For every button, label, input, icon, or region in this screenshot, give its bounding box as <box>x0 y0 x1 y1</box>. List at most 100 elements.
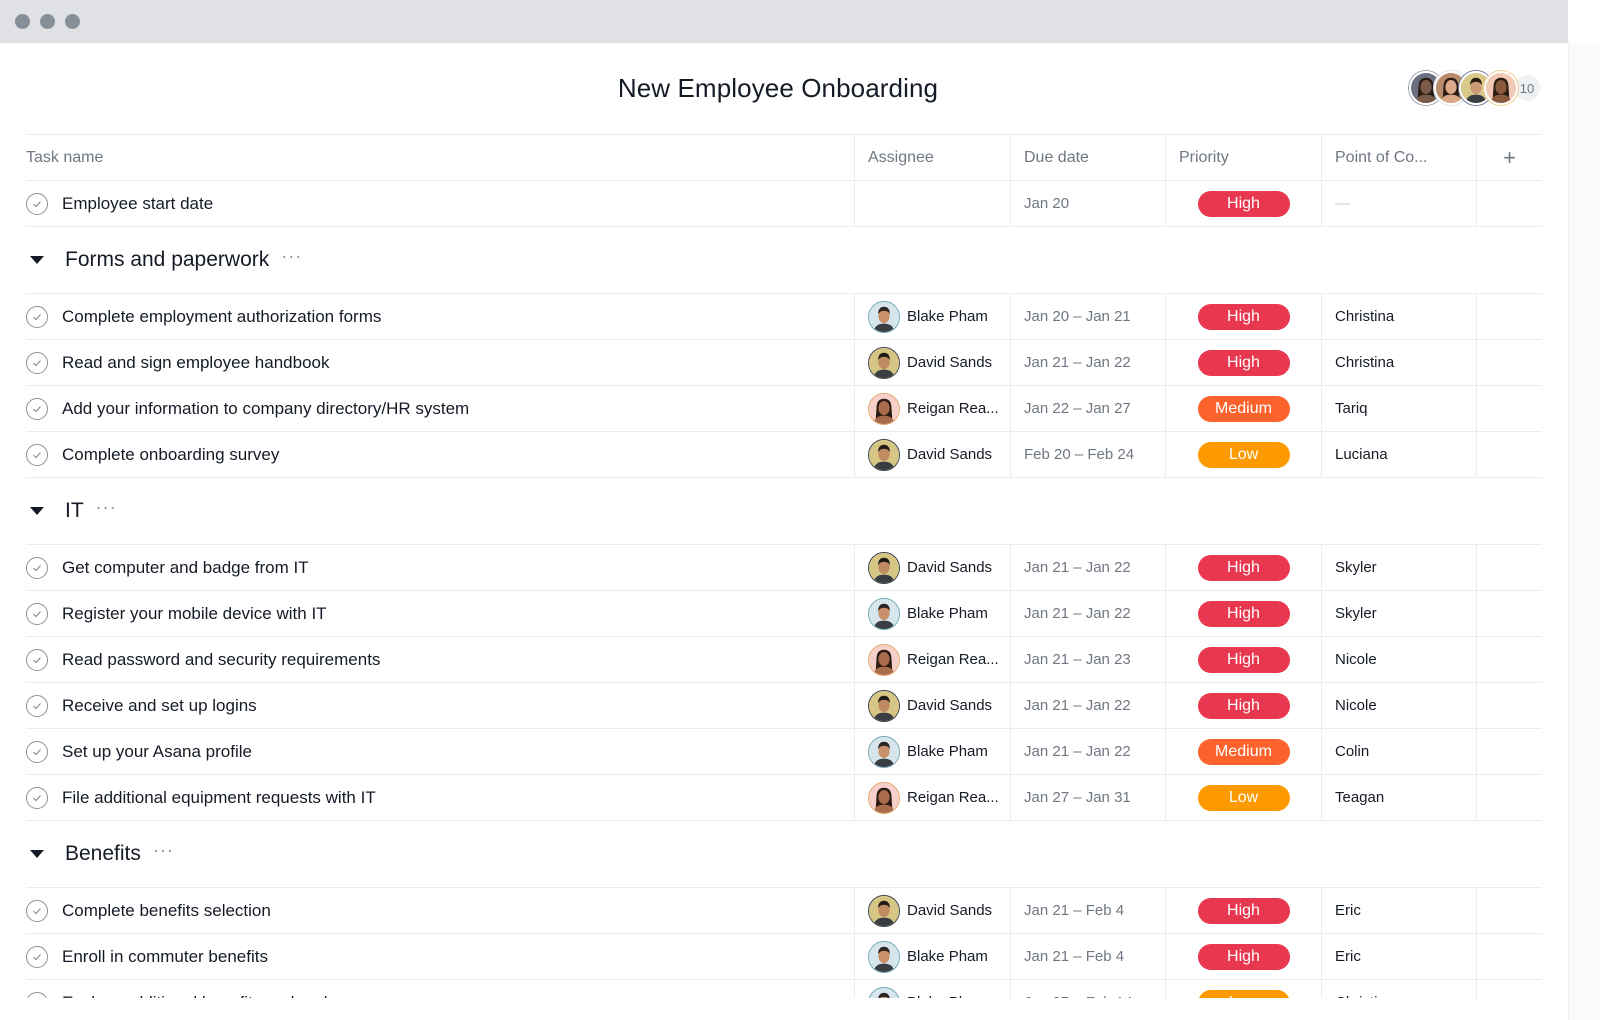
point-of-contact-cell[interactable]: Nicole <box>1322 683 1477 728</box>
task-name-cell[interactable]: Complete employment authorization forms <box>26 294 855 339</box>
task-name[interactable]: Add your information to company director… <box>62 399 469 419</box>
assignee-cell[interactable]: Blake Pham <box>855 591 1011 636</box>
task-row[interactable]: Register your mobile device with IT Blake… <box>26 591 1542 637</box>
due-date-cell[interactable]: Jan 22 – Jan 27 <box>1011 386 1166 431</box>
point-of-contact-cell[interactable]: Tariq <box>1322 386 1477 431</box>
point-of-contact-cell[interactable]: Eric <box>1322 934 1477 979</box>
section-name[interactable]: Benefits <box>65 842 141 866</box>
project-members[interactable]: 10 <box>1409 71 1542 105</box>
priority-cell[interactable]: Medium <box>1166 729 1322 774</box>
assignee-cell[interactable]: David Sands <box>855 432 1011 477</box>
column-header-task-name[interactable]: Task name <box>26 135 855 180</box>
due-date-cell[interactable]: Jan 21 – Feb 4 <box>1011 934 1166 979</box>
task-row[interactable]: Read and sign employee handbook David San… <box>26 340 1542 386</box>
point-of-contact-cell[interactable]: Christina <box>1322 294 1477 339</box>
task-row[interactable]: Complete employment authorization forms B… <box>26 294 1542 340</box>
task-name-cell[interactable]: Enroll in commuter benefits <box>26 934 855 979</box>
point-of-contact-cell[interactable]: Eric <box>1322 888 1477 933</box>
scrollbar-track[interactable] <box>1568 43 1600 1020</box>
priority-cell[interactable]: High <box>1166 683 1322 728</box>
priority-cell[interactable]: High <box>1166 591 1322 636</box>
task-name[interactable]: Set up your Asana profile <box>62 742 252 762</box>
task-row[interactable]: Complete benefits selection David Sands Ja… <box>26 888 1542 934</box>
assignee-cell[interactable]: David Sands <box>855 340 1011 385</box>
complete-task-checkbox[interactable] <box>26 192 48 215</box>
task-row[interactable]: Employee start date Jan 20 High — <box>26 181 1542 227</box>
caret-down-icon[interactable] <box>30 507 44 515</box>
complete-task-checkbox[interactable] <box>26 397 48 420</box>
window-close-button[interactable] <box>15 14 30 29</box>
section-more-button[interactable]: ··· <box>96 497 117 518</box>
task-name[interactable]: Complete employment authorization forms <box>62 307 381 327</box>
complete-task-checkbox[interactable] <box>26 899 48 922</box>
due-date-cell[interactable]: Jan 21 – Jan 22 <box>1011 591 1166 636</box>
task-name[interactable]: Register your mobile device with IT <box>62 604 327 624</box>
complete-task-checkbox[interactable] <box>26 602 48 625</box>
complete-task-checkbox[interactable] <box>26 740 48 763</box>
complete-task-checkbox[interactable] <box>26 786 48 809</box>
point-of-contact-cell[interactable]: Teagan <box>1322 775 1477 820</box>
assignee-cell[interactable]: Blake Pham <box>855 980 1011 998</box>
task-name-cell[interactable]: Register your mobile device with IT <box>26 591 855 636</box>
section-name[interactable]: IT <box>65 499 84 523</box>
point-of-contact-cell[interactable]: Colin <box>1322 729 1477 774</box>
assignee-cell[interactable]: Blake Pham <box>855 729 1011 774</box>
due-date-cell[interactable]: Jan 27 – Jan 31 <box>1011 775 1166 820</box>
complete-task-checkbox[interactable] <box>26 443 48 466</box>
complete-task-checkbox[interactable] <box>26 351 48 374</box>
point-of-contact-cell[interactable]: Nicole <box>1322 637 1477 682</box>
task-name[interactable]: Complete benefits selection <box>62 901 271 921</box>
due-date-cell[interactable]: Jan 21 – Jan 22 <box>1011 545 1166 590</box>
task-row[interactable]: Receive and set up logins David Sands Jan … <box>26 683 1542 729</box>
priority-cell[interactable]: High <box>1166 294 1322 339</box>
priority-cell[interactable]: High <box>1166 545 1322 590</box>
task-name-cell[interactable]: Receive and set up logins <box>26 683 855 728</box>
due-date-cell[interactable]: Jan 21 – Jan 23 <box>1011 637 1166 682</box>
task-name[interactable]: Complete onboarding survey <box>62 445 279 465</box>
task-name-cell[interactable]: Complete onboarding survey <box>26 432 855 477</box>
due-date-cell[interactable]: Jan 21 – Jan 22 <box>1011 683 1166 728</box>
assignee-cell[interactable] <box>855 181 1011 226</box>
column-header-point-of-contact[interactable]: Point of Co... <box>1322 135 1477 180</box>
point-of-contact-cell[interactable]: Luciana <box>1322 432 1477 477</box>
priority-cell[interactable]: High <box>1166 637 1322 682</box>
task-name[interactable]: Read password and security requirements <box>62 650 380 670</box>
priority-cell[interactable]: Medium <box>1166 386 1322 431</box>
task-name[interactable]: File additional equipment requests with … <box>62 788 376 808</box>
priority-cell[interactable]: High <box>1166 888 1322 933</box>
due-date-cell[interactable]: Feb 20 – Feb 24 <box>1011 432 1166 477</box>
caret-down-icon[interactable] <box>30 256 44 264</box>
priority-cell[interactable]: High <box>1166 934 1322 979</box>
task-row[interactable]: Complete onboarding survey David Sands Feb… <box>26 432 1542 478</box>
task-name-cell[interactable]: Complete benefits selection <box>26 888 855 933</box>
task-name[interactable]: Enroll in commuter benefits <box>62 947 268 967</box>
point-of-contact-cell[interactable]: Skyler <box>1322 545 1477 590</box>
task-name-cell[interactable]: File additional equipment requests with … <box>26 775 855 820</box>
member-avatar[interactable] <box>1484 71 1518 105</box>
task-name-cell[interactable]: Employee start date <box>26 181 855 226</box>
priority-cell[interactable]: Low <box>1166 432 1322 477</box>
add-column-button[interactable]: + <box>1477 135 1542 180</box>
priority-cell[interactable]: High <box>1166 181 1322 226</box>
point-of-contact-cell[interactable]: Christina <box>1322 340 1477 385</box>
assignee-cell[interactable]: David Sands <box>855 545 1011 590</box>
point-of-contact-cell[interactable]: Skyler <box>1322 591 1477 636</box>
caret-down-icon[interactable] <box>30 850 44 858</box>
section-name[interactable]: Forms and paperwork <box>65 248 269 272</box>
task-name-cell[interactable]: Explore additional benefits and perks <box>26 980 855 998</box>
due-date-cell[interactable]: Jan 21 – Feb 4 <box>1011 888 1166 933</box>
window-maximize-button[interactable] <box>65 14 80 29</box>
task-name[interactable]: Employee start date <box>62 194 213 214</box>
task-name-cell[interactable]: Read and sign employee handbook <box>26 340 855 385</box>
due-date-cell[interactable]: Jan 21 – Jan 22 <box>1011 729 1166 774</box>
assignee-cell[interactable]: Reigan Rea... <box>855 775 1011 820</box>
task-row[interactable]: Explore additional benefits and perksBla… <box>26 980 1542 998</box>
due-date-cell[interactable]: Jan 21 – Jan 22 <box>1011 340 1166 385</box>
task-row[interactable]: Enroll in commuter benefits Blake Pham Jan… <box>26 934 1542 980</box>
task-name-cell[interactable]: Get computer and badge from IT <box>26 545 855 590</box>
complete-task-checkbox[interactable] <box>26 556 48 579</box>
task-row[interactable]: Read password and security requirements R… <box>26 637 1542 683</box>
point-of-contact-cell[interactable]: — <box>1322 181 1477 226</box>
task-row[interactable]: File additional equipment requests with … <box>26 775 1542 821</box>
task-row[interactable]: Add your information to company director… <box>26 386 1542 432</box>
